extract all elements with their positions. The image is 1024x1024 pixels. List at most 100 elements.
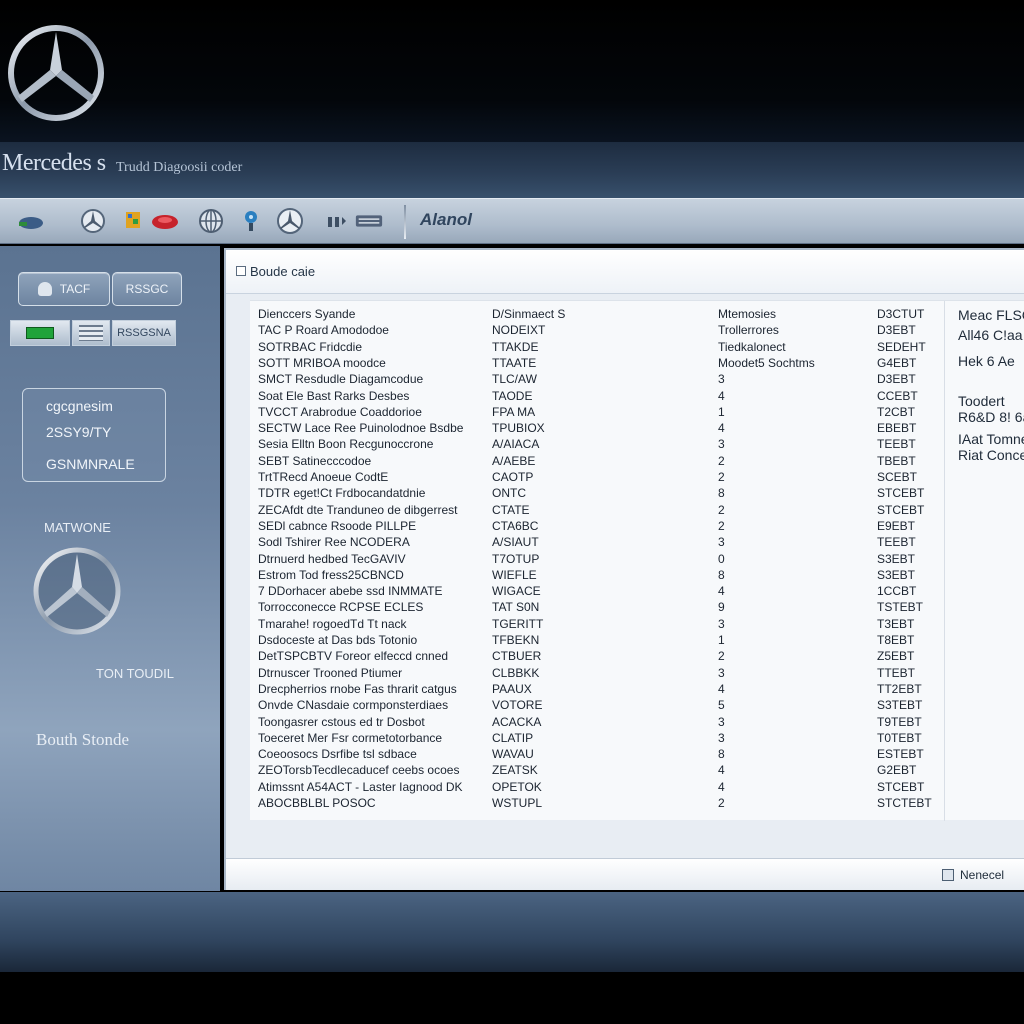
sidebar-button-label: TACF xyxy=(59,282,91,296)
table-row[interactable]: Dsdoceste at Das bds Totonio TFBEKN 1 T8EBT xyxy=(250,633,950,649)
table-cell: Onvde CNasdaie cormponsterdiaes xyxy=(258,698,449,713)
status-tab-green[interactable] xyxy=(10,320,70,346)
table-cell: CTBUER xyxy=(492,649,542,664)
table-cell: 3 xyxy=(718,437,725,452)
car-icon[interactable] xyxy=(16,206,46,236)
table-row[interactable]: Onvde CNasdaie cormponsterdiaes VOTORE 5 S3… xyxy=(250,698,950,714)
table-cell: TPUBIOX xyxy=(492,421,545,436)
table-cell: SCEBT xyxy=(877,470,918,484)
sidebar-tab-rssgsna[interactable]: RSSGSNA xyxy=(112,320,176,346)
module-icon[interactable] xyxy=(118,206,148,236)
table-cell: CLATIP xyxy=(492,730,534,745)
table-row[interactable]: Atimssnt A54ACT - Laster Iagnood DK OPETO… xyxy=(250,780,950,796)
table-cell: T8EBT xyxy=(877,633,915,647)
table-row[interactable]: ZEOTorsbTecdlecaducef ceebs ocoes ZEATSK 4… xyxy=(250,763,950,779)
table-cell: TLC/AW xyxy=(492,372,537,387)
table-row[interactable]: Drecpherrios rnobe Fas thrarit catgus PAA… xyxy=(250,682,950,698)
table-row[interactable]: SEBT Satinecccodoe A/AEBE 2 TBEBT xyxy=(250,454,950,470)
mercedes-star-logo-icon xyxy=(8,25,104,121)
status-icon xyxy=(942,869,954,881)
table-cell: Tiedkalonect xyxy=(718,339,786,354)
table-cell: PAAUX xyxy=(492,681,532,696)
table-cell: Atimssnt A54ACT - Laster Iagnood DK xyxy=(258,779,463,794)
status-text[interactable]: Nenecel xyxy=(960,868,1004,882)
table-cell: ZECAfdt dte Tranduneo de dibgerrest xyxy=(258,502,458,517)
table-cell: T7OTUP xyxy=(492,551,540,566)
table-cell: S3EBT xyxy=(877,551,916,566)
table-row[interactable]: SOTT MRIBOA moodce TTAATE Moodet5 Sochtms G… xyxy=(250,356,950,372)
table-row[interactable]: Dtrnuerd hedbed TecGAVIV T7OTUP 0 S3EBT xyxy=(250,552,950,568)
keyboard-icon[interactable] xyxy=(354,206,384,236)
table-cell: Moodet5 Sochtms xyxy=(718,355,815,370)
table-row[interactable]: 7 DDorhacer abebe ssd INMMATE WIGACE 4 1CCB… xyxy=(250,584,950,600)
table-cell: G4EBT xyxy=(877,355,917,370)
sidebar-button-label: RSSGC xyxy=(125,282,169,296)
table-cell: STCTEBT xyxy=(877,796,932,810)
table-row[interactable]: SECTW Lace Ree Puinolodnoe Bsdbe TPUBIOX 4… xyxy=(250,421,950,437)
table-cell: 2 xyxy=(718,518,725,533)
table-row[interactable]: Estrom Tod fress25CBNCD WIEFLE 8 S3EBT xyxy=(250,568,950,584)
table-cell: Tmarahe! rogoedTd Tt nack xyxy=(258,616,407,631)
table-row[interactable]: TrtTRecd Anoeue CodtE CAOTP 2 SCEBT xyxy=(250,470,950,486)
table-row[interactable]: TAC P Roard Amododoe NODEIXT Trollerrores D… xyxy=(250,323,950,339)
table-row[interactable]: Soat Ele Bast Rarks Desbes TAODE 4 CCEBT xyxy=(250,389,950,405)
table-cell: Trollerrores xyxy=(718,323,779,338)
list-view-tab[interactable] xyxy=(72,320,110,346)
table-cell: Dsdoceste at Das bds Totonio xyxy=(258,633,418,647)
table-cell: Coeoosocs Dsrfibe tsl sdbace xyxy=(258,747,417,762)
table-cell: ZEATSK xyxy=(492,763,538,778)
table-cell: TDTR eget!Ct Frdbocandatdnie xyxy=(258,486,426,501)
table-cell: T3EBT xyxy=(877,616,915,631)
globe-icon[interactable] xyxy=(196,206,226,236)
table-row[interactable]: Toongasrer cstous ed tr Dosbot ACACKA 3 T9T… xyxy=(250,715,950,731)
sidebar-button-rssgc[interactable]: RSSGC xyxy=(112,272,182,306)
table-cell: Estrom Tod fress25CBNCD xyxy=(258,567,404,582)
table-cell: ESTEBT xyxy=(877,747,924,762)
table-row[interactable]: Dtrnuscer Trooned Ptiumer CLBBKK 3 TTEBT xyxy=(250,666,950,682)
table-cell: Dtrnuerd hedbed TecGAVIV xyxy=(258,551,406,566)
network-icon[interactable] xyxy=(236,206,266,236)
table-cell: EBEBT xyxy=(877,421,917,436)
table-cell: TAT S0N xyxy=(492,600,540,615)
table-row[interactable]: Toeceret Mer Fsr cormetotorbance CLATIP 3 T… xyxy=(250,731,950,747)
table-cell: Dienccers Syande xyxy=(258,307,356,321)
table-cell: TGERITT xyxy=(492,616,544,631)
table-cell: 7 DDorhacer abebe ssd INMMATE xyxy=(258,584,443,599)
section-label: MATWONE xyxy=(44,520,111,535)
table-row[interactable]: Torrocconecce RCPSE ECLES TAT S0N 9 TSTEBT xyxy=(250,600,950,616)
toolbar-separator xyxy=(404,205,406,239)
table-cell: 4 xyxy=(718,421,725,436)
table-cell: A/AEBE xyxy=(492,453,536,468)
table-row[interactable]: Tmarahe! rogoedTd Tt nack TGERITT 3 T3EBT xyxy=(250,617,950,633)
table-row[interactable]: TVCCT Arabrodue Coaddorioe FPA MA 1 T2CBT xyxy=(250,405,950,421)
toolbar-label[interactable]: Alanol xyxy=(420,210,472,230)
table-row[interactable]: TDTR eget!Ct Frdbocandatdnie ONTC 8 STCEBT xyxy=(250,486,950,502)
table-cell: TEEBT xyxy=(877,535,916,550)
engine-icon[interactable] xyxy=(150,206,180,236)
table-row[interactable]: Sodl Tshirer Ree NCODERA A/SIAUT 3 TEEBT xyxy=(250,535,950,551)
sidebar-tab-label: RSSGSNA xyxy=(117,327,171,339)
side-info-text: R6&D 8! 6ai xyxy=(958,409,1024,425)
side-info-text: Toodert xyxy=(958,393,1005,409)
table-row[interactable]: ABOCBBLBL POSOC WSTUPL 2 STCTEBT xyxy=(250,796,950,812)
table-cell: T2CBT xyxy=(877,404,916,419)
table-cell: 4 xyxy=(718,584,725,599)
mercedes-star-icon[interactable] xyxy=(78,206,108,236)
toolbar xyxy=(0,198,1024,244)
sidebar-button-tacf[interactable]: TACF xyxy=(18,272,110,306)
table-cell: CAOTP xyxy=(492,470,534,484)
table-row[interactable]: ZECAfdt dte Tranduneo de dibgerrest CTATE… xyxy=(250,503,950,519)
table-row[interactable]: DetTSPCBTV Foreor elfeccd cnned CTBUER 2 Z5… xyxy=(250,649,950,665)
table-row[interactable]: Dienccers Syande D/Sinmaect S Mtemosies D3C… xyxy=(250,307,950,323)
mercedes-star-icon[interactable] xyxy=(275,206,305,236)
table-row[interactable]: SOTRBAC Fridcdie TTAKDE Tiedkalonect SEDEHT xyxy=(250,340,950,356)
table-row[interactable]: SMCT Resdudle Diagamcodue TLC/AW 3 D3EBT xyxy=(250,372,950,388)
table-cell: 2 xyxy=(718,649,725,664)
settings-icon[interactable] xyxy=(322,206,352,236)
footer-band xyxy=(0,892,1024,972)
table-cell: CTATE xyxy=(492,502,530,517)
table-cell: WAVAU xyxy=(492,747,534,762)
table-row[interactable]: Sesia Elltn Boon Recgunoccrone A/AIACA 3 TE… xyxy=(250,437,950,453)
table-row[interactable]: SEDl cabnce Rsoode PILLPE CTA6BC 2 E9EBT xyxy=(250,519,950,535)
table-row[interactable]: Coeoosocs Dsrfibe tsl sdbace WAVAU 8 ESTEBT xyxy=(250,747,950,763)
